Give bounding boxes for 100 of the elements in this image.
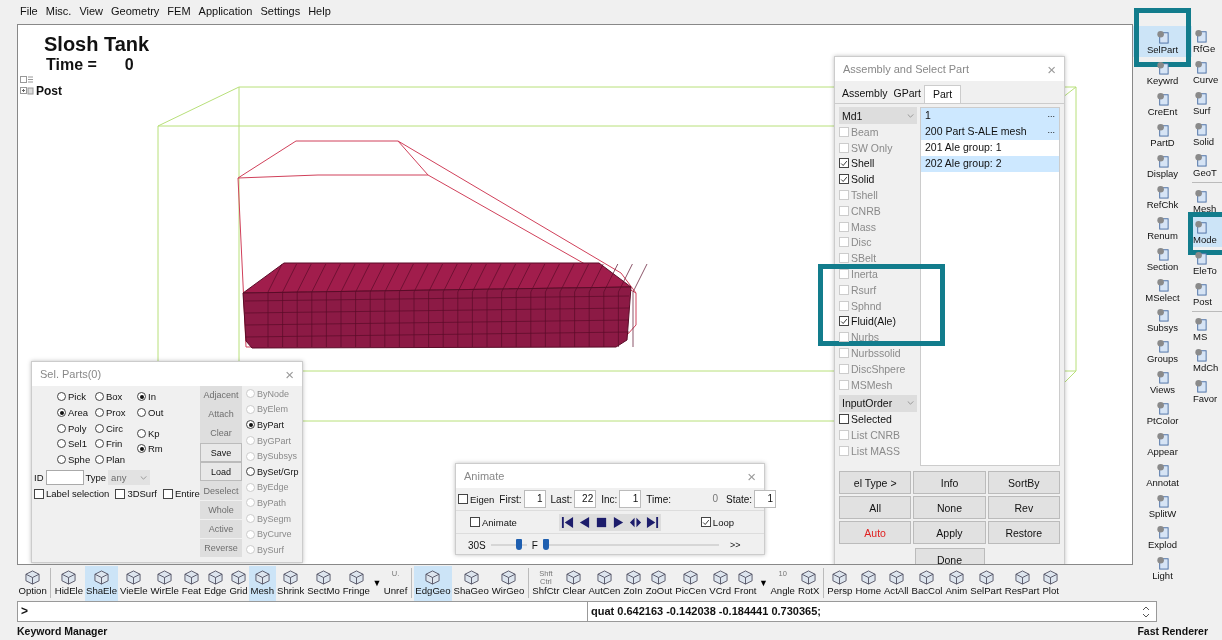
menu-item[interactable]: Help [308,5,331,17]
toolbar-button[interactable]: Feat [180,565,203,601]
radio-option[interactable]: Plan [95,451,137,468]
checkbox-option[interactable]: Loop [700,516,734,528]
viewport[interactable] [17,24,1133,565]
radio-option[interactable]: Frin [95,436,137,452]
toolbar-button[interactable]: WirGeo [490,565,526,601]
toolbar-button[interactable]: Subsys [1133,304,1192,335]
toolbar-button[interactable]: RfGe [1192,26,1222,57]
part-item[interactable]: 1 ... [921,108,1059,124]
number-field[interactable]: 22 [574,490,597,508]
radio-option[interactable]: Pick [57,389,95,405]
toolbar-button[interactable]: GeoT [1192,149,1222,181]
toolbar-button[interactable]: MSelect [1133,273,1192,304]
tree-node-icon[interactable] [20,87,34,95]
toolbar-button[interactable]: VieEle [118,565,150,601]
radio-option[interactable]: Sphe [57,451,95,468]
toolbar-button[interactable]: Option [17,565,49,601]
done-button[interactable]: Done [914,548,985,564]
toolbar-button[interactable]: Renum [1133,211,1192,243]
checkbox-option[interactable]: Fluid(Ale) [839,313,917,330]
part-item[interactable]: 200 Part S-ALE mesh ... [921,124,1059,140]
menu-item[interactable]: Geometry [111,5,160,17]
toolbar-button[interactable]: ZoIn [621,565,645,601]
action-button[interactable]: Restore [987,521,1060,544]
radio-option[interactable]: Sel1 [57,436,95,452]
action-button[interactable]: Apply [913,521,986,544]
menu-item[interactable]: File [20,5,38,17]
action-button[interactable]: el Type > [839,471,912,494]
toolbar-button[interactable]: Grid [227,565,250,601]
toolbar-button[interactable]: SectMo [305,565,342,601]
dropdown-button[interactable]: ▼ [371,578,383,588]
checkbox-option[interactable]: Solid [839,171,917,188]
toolbar-button[interactable]: ZoOut [644,565,674,601]
action-button[interactable]: Save [200,443,242,462]
toolbar-button[interactable]: Solid [1192,118,1222,150]
toolbar-button[interactable]: Front [732,565,758,601]
radio-option[interactable]: Box [95,389,137,405]
number-field[interactable]: 1 [754,490,777,508]
toolbar-button[interactable]: Favor [1192,375,1222,407]
radio-option[interactable]: Out [137,404,164,421]
toolbar-button[interactable]: Plot [1040,565,1061,601]
toolbar-button[interactable]: Explod [1133,520,1192,552]
toolbar-button[interactable]: BacCol [910,565,944,601]
part-item[interactable]: 201 Ale group: 1 [921,140,1059,156]
toolbar-button[interactable]: Shrink [275,565,306,601]
toolbar-button[interactable]: SplitW [1133,489,1192,521]
tab[interactable]: Assembly [839,85,891,103]
checkbox-option[interactable]: Shell [839,155,917,172]
checkbox-option[interactable]: Eigen [458,493,495,505]
toolbar-button[interactable]: SelPart [968,565,1004,601]
toolbar-button[interactable]: Mesh [1192,185,1222,217]
action-button[interactable]: None [913,496,986,519]
toolbar-button[interactable]: HidEle [53,565,85,601]
tree-node-icon[interactable] [20,75,34,83]
slider-thumb[interactable] [542,539,549,550]
toolbar-button[interactable]: Appear [1133,427,1192,459]
toolbar-button[interactable]: Home [853,565,883,601]
toolbar-button[interactable]: ResPart [1003,565,1041,601]
toolbar-button[interactable]: AutCen [586,565,622,601]
spinner-icon[interactable] [1142,604,1150,619]
radio-option[interactable]: Kp [137,425,164,442]
toolbar-button[interactable]: Fringe [341,565,372,601]
toolbar-button[interactable]: Section [1133,242,1192,274]
toolbar-button[interactable]: CreEnt [1133,87,1192,119]
checkbox-option[interactable]: 3DSurf [115,488,157,500]
toolbar-button[interactable]: Clear [561,565,587,601]
menu-item[interactable]: Misc. [45,5,72,17]
part-item[interactable]: 202 Ale group: 2 [921,156,1059,172]
toolbar-button[interactable]: ShaGeo [452,565,491,601]
toolbar-button[interactable]: Persp [825,565,854,601]
radio-option[interactable]: BySet/Grp [246,463,299,480]
radio-option[interactable]: Area [57,404,95,421]
toolbar-button[interactable]: EdgGeo [413,565,453,601]
action-button[interactable]: Auto [839,521,912,544]
action-button[interactable]: Rev [987,496,1060,519]
toolbar-button[interactable]: Groups [1133,334,1192,366]
menu-item[interactable]: Settings [260,5,301,17]
menu-item[interactable]: FEM [167,5,191,17]
radio-option[interactable]: Prox [95,404,137,421]
action-button[interactable]: All [839,496,912,519]
toolbar-button[interactable]: Edge [202,565,228,601]
slider-thumb[interactable] [516,539,523,550]
toolbar-button[interactable]: Views [1133,365,1192,397]
tree-label[interactable]: Post [36,84,62,98]
toolbar-button[interactable]: Keywrd [1133,56,1192,88]
id-field[interactable] [45,470,84,486]
radio-option[interactable]: Rm [137,441,164,457]
action-button[interactable]: Info [913,471,986,494]
toolbar-button[interactable]: PicCen [673,565,708,601]
checkbox-option[interactable]: Entire [162,488,200,500]
toolbar-button[interactable]: MdCh [1192,344,1222,376]
more-button[interactable]: >> [729,540,741,550]
tab[interactable]: Part [923,85,962,103]
checkbox-option[interactable]: Selected [839,411,917,428]
radio-option[interactable]: Poly [57,420,95,437]
toolbar-button[interactable]: Light [1133,551,1192,583]
action-button[interactable]: Load [200,462,242,481]
checkbox-option[interactable]: Animate [470,516,517,528]
toolbar-button[interactable]: RotX [796,565,821,601]
